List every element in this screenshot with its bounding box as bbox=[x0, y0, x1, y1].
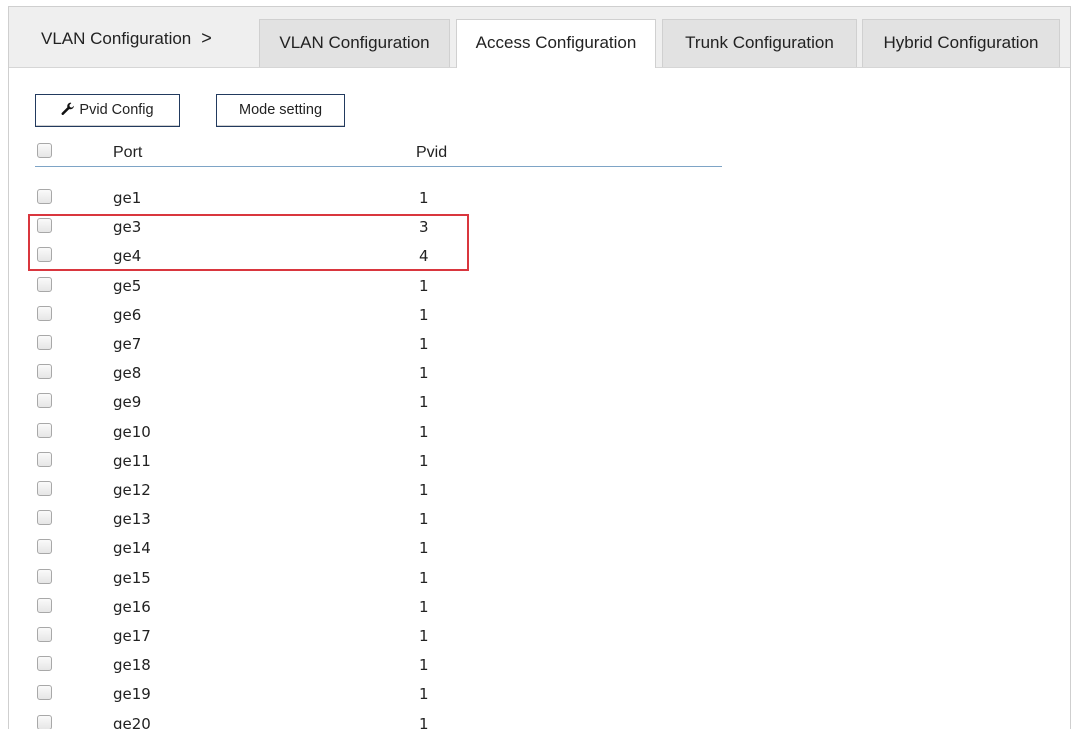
port-cell: ge7 bbox=[113, 335, 142, 353]
select-all-checkbox[interactable] bbox=[37, 143, 52, 158]
tab-trunk-configuration[interactable]: Trunk Configuration bbox=[662, 19, 857, 67]
row-checkbox[interactable] bbox=[37, 189, 52, 204]
pvid-cell: 1 bbox=[419, 364, 429, 383]
row-checkbox[interactable] bbox=[37, 481, 52, 496]
tab-access-configuration[interactable]: Access Configuration bbox=[456, 19, 656, 68]
row-checkbox[interactable] bbox=[37, 364, 52, 380]
port-cell: ge9 bbox=[113, 393, 142, 412]
pvid-cell: 1 bbox=[419, 276, 429, 295]
mode-setting-label: Mode setting bbox=[238, 102, 323, 118]
tab-label: Trunk Configuration bbox=[685, 33, 834, 52]
pvid-config-label: Pvid Config bbox=[79, 102, 154, 118]
port-cell: ge15 bbox=[113, 568, 151, 587]
row-checkbox[interactable] bbox=[37, 335, 52, 350]
pvid-cell: 1 bbox=[419, 685, 429, 704]
pvid-config-button[interactable]: Pvid Config bbox=[35, 94, 180, 127]
pvid-cell: 1 bbox=[419, 597, 429, 616]
port-cell: ge5 bbox=[113, 276, 142, 295]
port-cell: ge4 bbox=[113, 247, 142, 266]
breadcrumb-separator-icon: > bbox=[201, 28, 212, 48]
row-checkbox[interactable] bbox=[37, 218, 52, 234]
wrench-icon bbox=[61, 97, 75, 128]
port-cell: ge12 bbox=[113, 481, 151, 499]
row-checkbox[interactable] bbox=[37, 539, 52, 555]
pvid-cell: 1 bbox=[419, 422, 429, 441]
tab-label: VLAN Configuration bbox=[279, 33, 430, 52]
port-cell: ge20 bbox=[113, 714, 151, 729]
row-checkbox[interactable] bbox=[37, 627, 52, 642]
mode-setting-button[interactable]: Mode setting bbox=[216, 94, 345, 127]
row-checkbox[interactable] bbox=[37, 305, 52, 321]
row-checkbox[interactable] bbox=[37, 451, 52, 467]
port-cell: ge14 bbox=[113, 539, 151, 558]
port-cell: ge3 bbox=[113, 218, 142, 237]
tab-bar: VLAN Configuration > VLAN Configuration A… bbox=[9, 7, 1070, 68]
port-cell: ge16 bbox=[113, 597, 151, 616]
tab-label: Access Configuration bbox=[475, 33, 637, 52]
pvid-cell: 1 bbox=[419, 481, 429, 499]
port-cell: ge18 bbox=[113, 656, 151, 675]
header-divider bbox=[35, 166, 722, 167]
port-cell: ge8 bbox=[113, 364, 142, 383]
breadcrumb: VLAN Configuration > bbox=[41, 7, 212, 67]
port-cell: ge6 bbox=[113, 305, 142, 324]
row-checkbox[interactable] bbox=[37, 247, 52, 263]
pvid-cell: 1 bbox=[419, 568, 429, 587]
pvid-cell: 1 bbox=[419, 510, 429, 529]
pvid-cell: 1 bbox=[419, 627, 429, 645]
tab-label: Hybrid Configuration bbox=[883, 33, 1039, 52]
tab-vlan-configuration[interactable]: VLAN Configuration bbox=[259, 19, 450, 67]
row-checkbox[interactable] bbox=[37, 714, 52, 729]
port-cell: ge19 bbox=[113, 685, 151, 704]
row-checkbox[interactable] bbox=[37, 276, 52, 292]
highlight-box bbox=[28, 214, 469, 271]
row-checkbox[interactable] bbox=[37, 568, 52, 584]
port-cell: ge17 bbox=[113, 627, 151, 645]
row-checkbox[interactable] bbox=[37, 685, 52, 701]
column-header-pvid: Pvid bbox=[416, 144, 448, 161]
pvid-cell: 3 bbox=[419, 218, 429, 237]
port-cell: ge11 bbox=[113, 451, 151, 470]
pvid-cell: 1 bbox=[419, 305, 429, 324]
pvid-cell: 1 bbox=[419, 393, 429, 412]
pvid-cell: 1 bbox=[419, 539, 429, 558]
column-header-port: Port bbox=[113, 144, 143, 161]
pvid-cell: 1 bbox=[419, 335, 429, 353]
row-checkbox[interactable] bbox=[37, 597, 52, 613]
pvid-cell: 1 bbox=[419, 451, 429, 470]
port-cell: ge10 bbox=[113, 422, 151, 441]
port-cell: ge13 bbox=[113, 510, 151, 529]
tab-hybrid-configuration[interactable]: Hybrid Configuration bbox=[862, 19, 1060, 67]
content-frame: VLAN Configuration > VLAN Configuration A… bbox=[8, 6, 1071, 729]
pvid-cell: 1 bbox=[419, 656, 429, 675]
row-checkbox[interactable] bbox=[37, 510, 52, 526]
row-checkbox[interactable] bbox=[37, 656, 52, 672]
breadcrumb-label: VLAN Configuration bbox=[41, 29, 192, 48]
port-cell: ge1 bbox=[113, 189, 142, 207]
row-checkbox[interactable] bbox=[37, 393, 52, 409]
pvid-cell: 1 bbox=[419, 714, 429, 729]
pvid-cell: 1 bbox=[419, 189, 429, 207]
pvid-cell: 4 bbox=[419, 247, 429, 266]
row-checkbox[interactable] bbox=[37, 422, 52, 438]
